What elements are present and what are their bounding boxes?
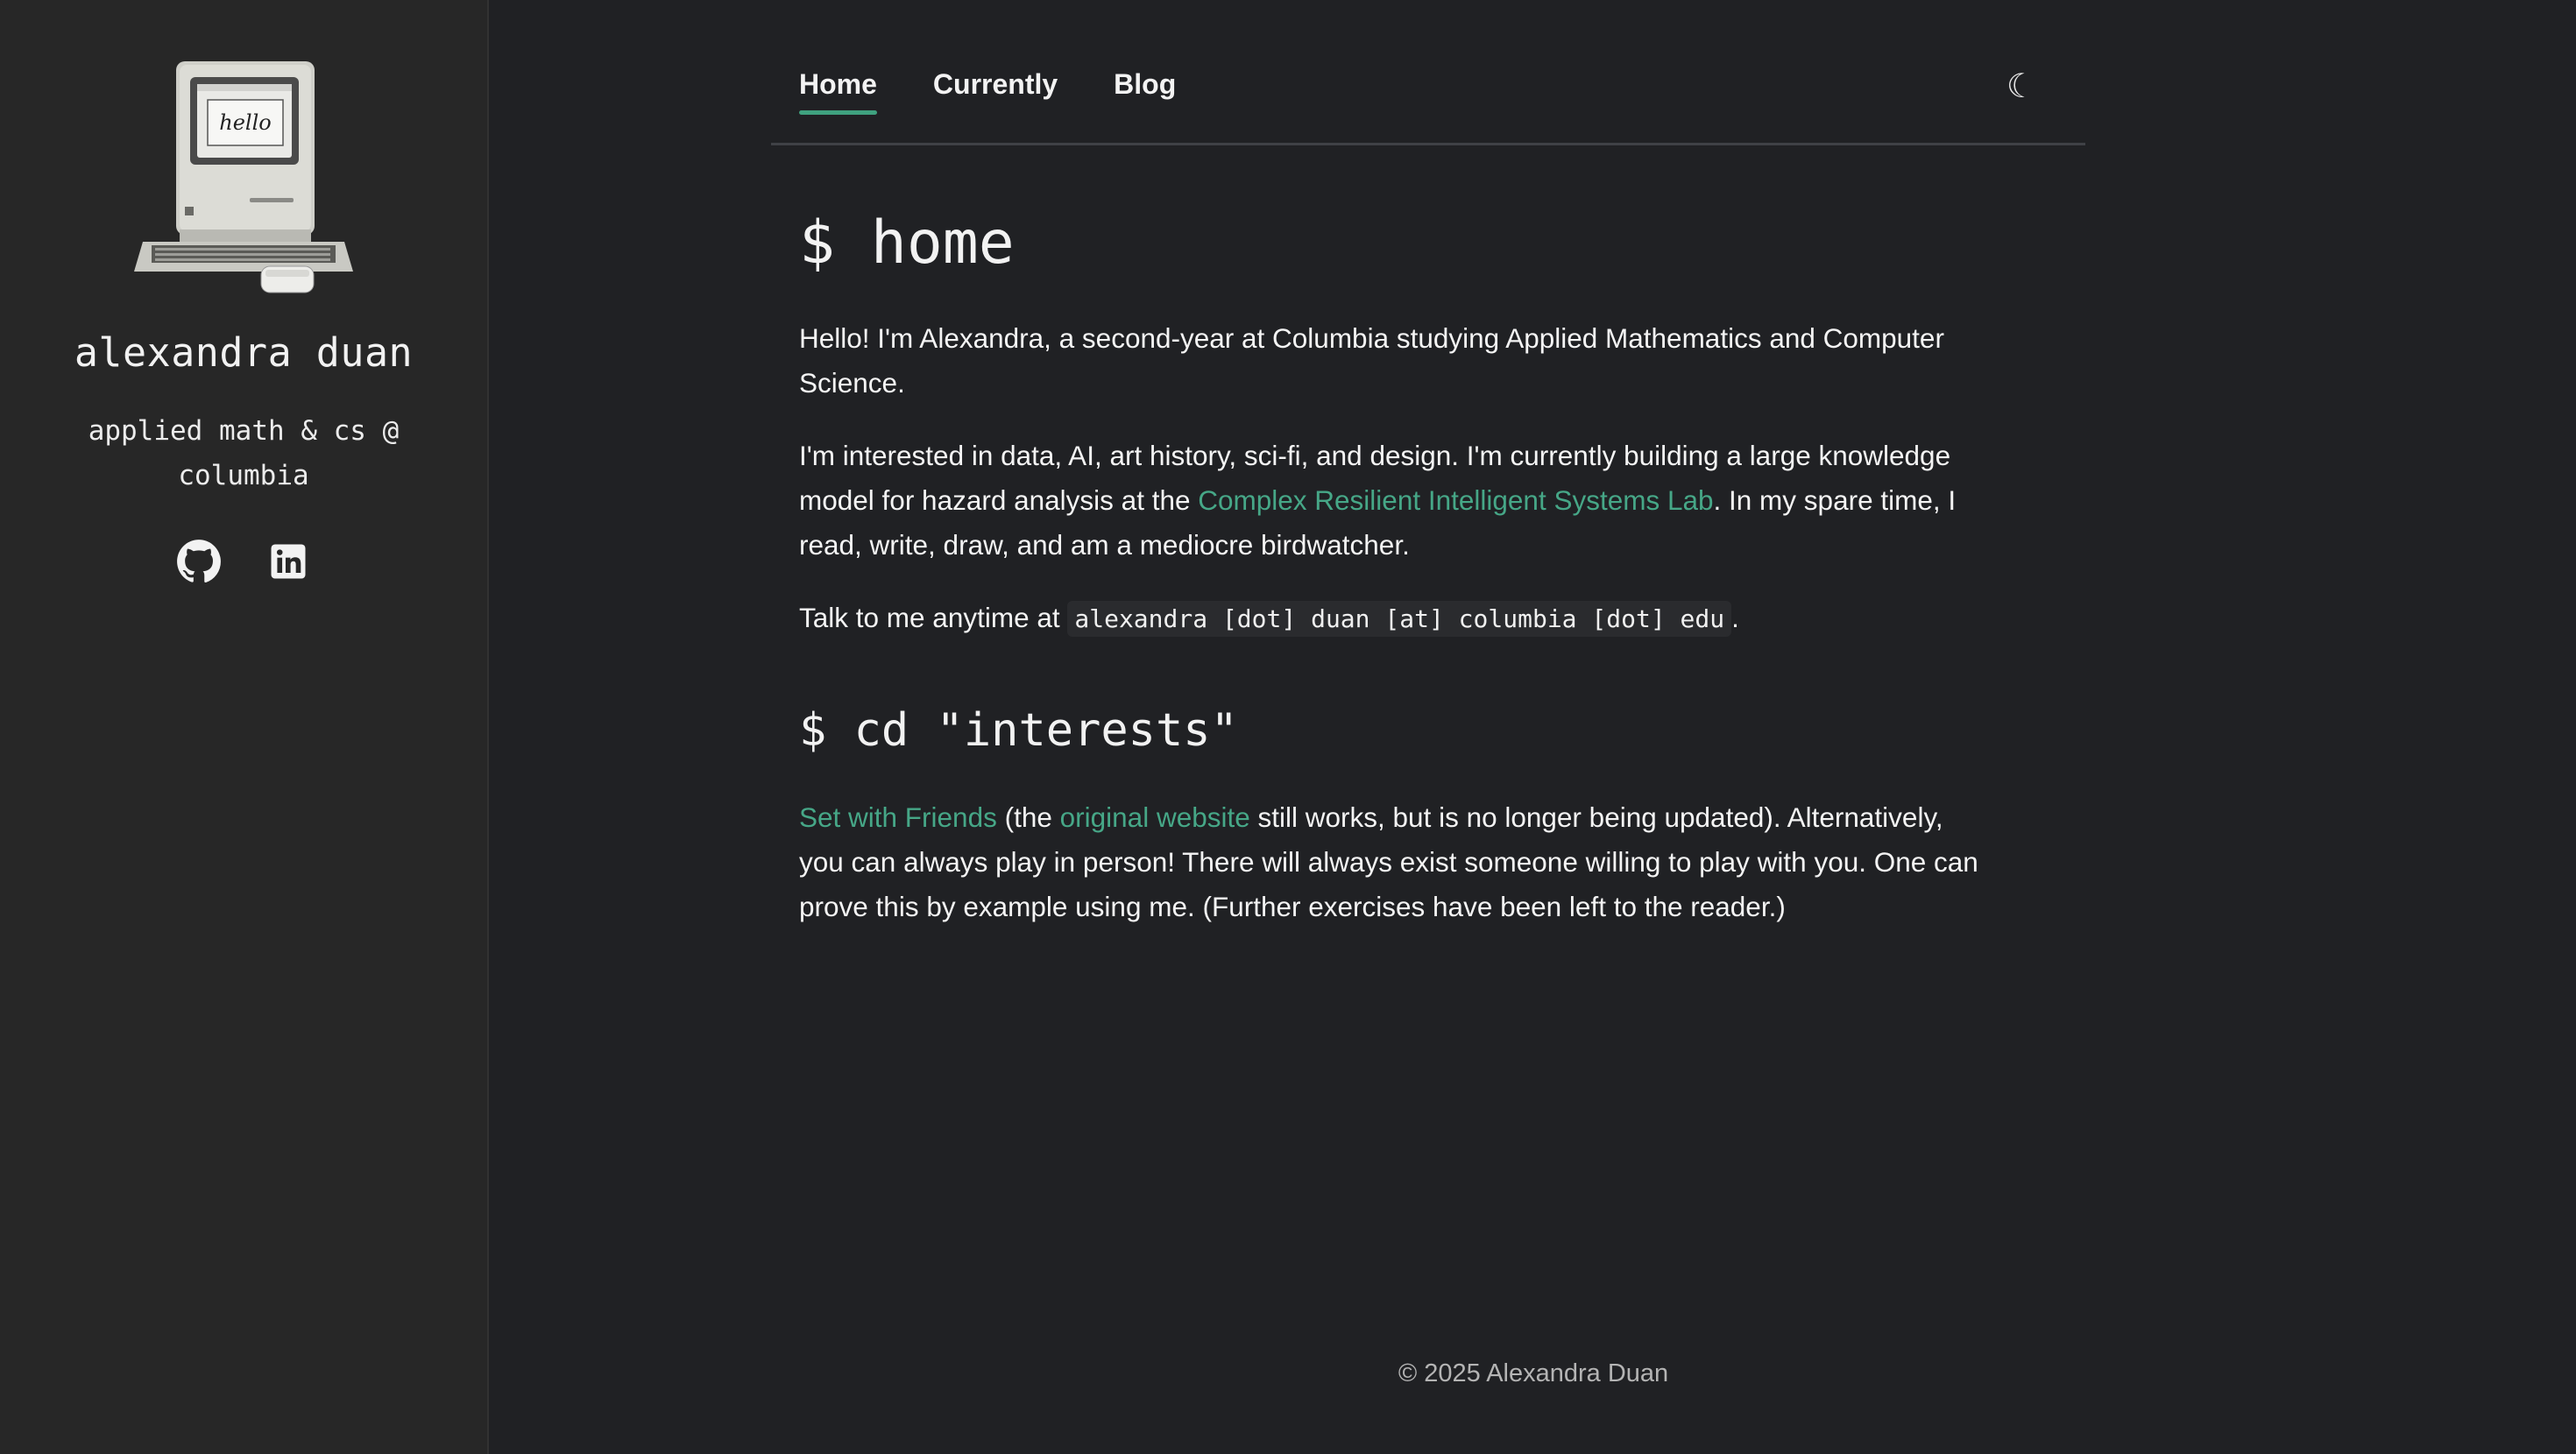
footer: © 2025 Alexandra Duan — [1398, 1359, 1669, 1387]
linkedin-link[interactable] — [265, 539, 311, 584]
contact-suffix: . — [1731, 602, 1739, 633]
interests-paragraph: I'm interested in data, AI, art history,… — [799, 434, 1991, 568]
page-content: $ home Hello! I'm Alexandra, a second-ye… — [799, 208, 1991, 957]
avatar-screen-text: hello — [219, 110, 271, 135]
social-links — [176, 539, 311, 584]
github-icon — [177, 540, 221, 583]
nav-blog[interactable]: Blog — [1114, 68, 1176, 115]
contact-prefix: Talk to me anytime at — [799, 602, 1068, 633]
main-content: Home Currently Blog ☾ $ home Hello! I'm … — [491, 0, 2576, 1454]
nav-currently[interactable]: Currently — [933, 68, 1058, 115]
site-name: alexandra duan — [74, 329, 414, 376]
avatar: hello — [134, 58, 353, 294]
top-nav: Home Currently Blog ☾ — [771, 0, 2085, 145]
macintosh-computer-icon: hello — [134, 61, 353, 293]
github-link[interactable] — [176, 539, 222, 584]
linkedin-icon — [271, 544, 306, 579]
theme-toggle-button[interactable]: ☾ — [2006, 67, 2036, 106]
page-title: $ home — [799, 208, 1015, 278]
nav-home[interactable]: Home — [799, 68, 877, 115]
tagline: applied math & cs @ columbia — [88, 415, 400, 491]
set-paragraph: Set with Friends (the original website s… — [799, 795, 1991, 929]
email-address: alexandra [dot] duan [at] columbia [dot]… — [1067, 601, 1732, 637]
interests-heading: $ cd "interests" — [799, 704, 1238, 757]
set-text-a: (the — [996, 801, 1060, 833]
set-with-friends-link[interactable]: Set with Friends — [799, 801, 997, 833]
nav-links: Home Currently Blog — [799, 68, 1176, 115]
contact-paragraph: Talk to me anytime at alexandra [dot] du… — [799, 596, 1991, 641]
original-website-link[interactable]: original website — [1060, 801, 1250, 833]
lab-link[interactable]: Complex Resilient Intelligent Systems La… — [1198, 484, 1713, 516]
moon-icon: ☾ — [2006, 68, 2036, 105]
intro-paragraph: Hello! I'm Alexandra, a second-year at C… — [799, 322, 1944, 399]
sidebar: hello alexandra duan applied math & cs @… — [0, 0, 489, 1454]
